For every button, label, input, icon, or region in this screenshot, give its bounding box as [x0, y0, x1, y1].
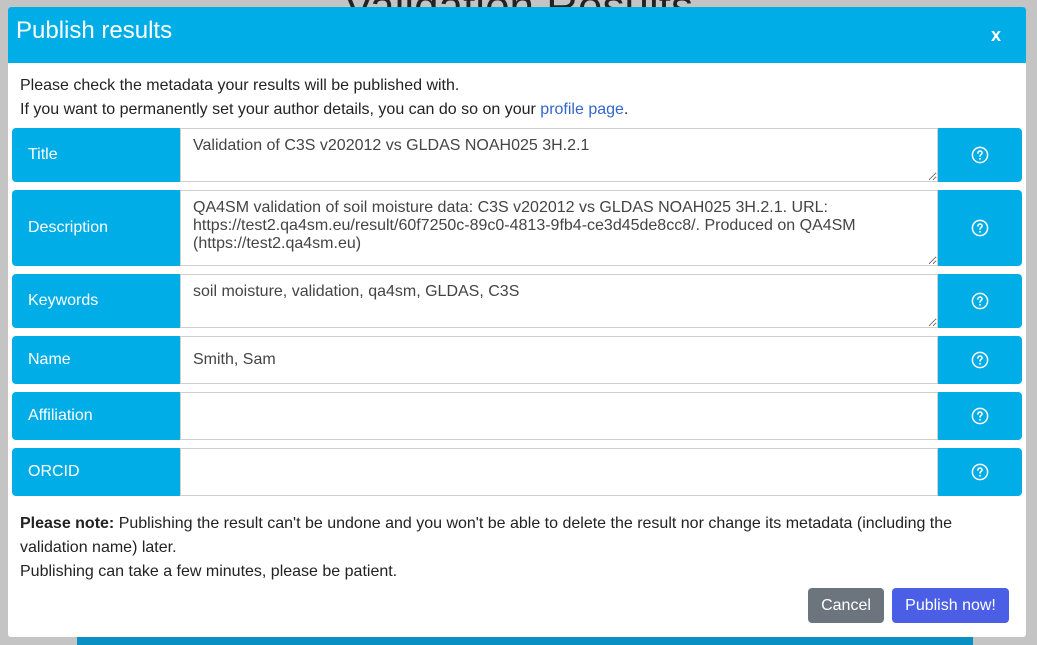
note-text: Publishing the result can't be undone an… — [20, 515, 953, 556]
note-paragraph: Please note: Publishing the result can't… — [20, 512, 1015, 560]
name-help-button[interactable] — [938, 336, 1022, 384]
question-circle-icon — [971, 351, 989, 369]
keywords-label: Keywords — [12, 274, 180, 328]
intro-text: Please check the metadata your results w… — [20, 74, 628, 122]
orcid-label: ORCID — [12, 448, 180, 496]
affiliation-row: Affiliation — [12, 392, 1022, 440]
title-help-button[interactable] — [938, 128, 1022, 182]
intro-line-2-prefix: If you want to permanently set your auth… — [20, 101, 541, 118]
question-circle-icon — [971, 292, 989, 310]
publish-dialog: Publish results x Please check the metad… — [8, 7, 1026, 637]
keywords-field[interactable]: soil moisture, validation, qa4sm, GLDAS,… — [180, 274, 938, 328]
keywords-row: Keywords soil moisture, validation, qa4s… — [12, 274, 1022, 328]
description-row: Description QA4SM validation of soil moi… — [12, 190, 1022, 266]
cancel-button[interactable]: Cancel — [808, 588, 884, 623]
intro-line-2: If you want to permanently set your auth… — [20, 98, 628, 122]
intro-line-1: Please check the metadata your results w… — [20, 77, 460, 94]
name-field[interactable] — [180, 336, 938, 384]
note-heading: Please note: — [20, 515, 115, 532]
title-label: Title — [12, 128, 180, 182]
description-help-button[interactable] — [938, 190, 1022, 266]
question-circle-icon — [971, 219, 989, 237]
question-circle-icon — [971, 407, 989, 425]
intro-line-2-suffix: . — [623, 101, 629, 118]
title-field[interactable]: Validation of C3S v202012 vs GLDAS NOAH0… — [180, 128, 938, 182]
publish-note: Please note: Publishing the result can't… — [20, 512, 1015, 584]
affiliation-field[interactable] — [180, 392, 938, 440]
dialog-title: Publish results — [16, 17, 173, 44]
keywords-help-button[interactable] — [938, 274, 1022, 328]
close-button[interactable]: x — [984, 22, 1008, 48]
orcid-help-button[interactable] — [938, 448, 1022, 496]
question-circle-icon — [971, 463, 989, 481]
name-row: Name — [12, 336, 1022, 384]
publish-now-button[interactable]: Publish now! — [892, 588, 1009, 623]
profile-page-link[interactable]: profile page — [540, 101, 624, 118]
note-patience: Publishing can take a few minutes, pleas… — [20, 563, 398, 580]
title-row: Title Validation of C3S v202012 vs GLDAS… — [12, 128, 1022, 182]
affiliation-help-button[interactable] — [938, 392, 1022, 440]
orcid-row: ORCID — [12, 448, 1022, 496]
dialog-header: Publish results x — [8, 7, 1026, 63]
name-label: Name — [12, 336, 180, 384]
affiliation-label: Affiliation — [12, 392, 180, 440]
description-field[interactable]: QA4SM validation of soil moisture data: … — [180, 190, 938, 266]
question-circle-icon — [971, 146, 989, 164]
orcid-field[interactable] — [180, 448, 938, 496]
description-label: Description — [12, 190, 180, 266]
